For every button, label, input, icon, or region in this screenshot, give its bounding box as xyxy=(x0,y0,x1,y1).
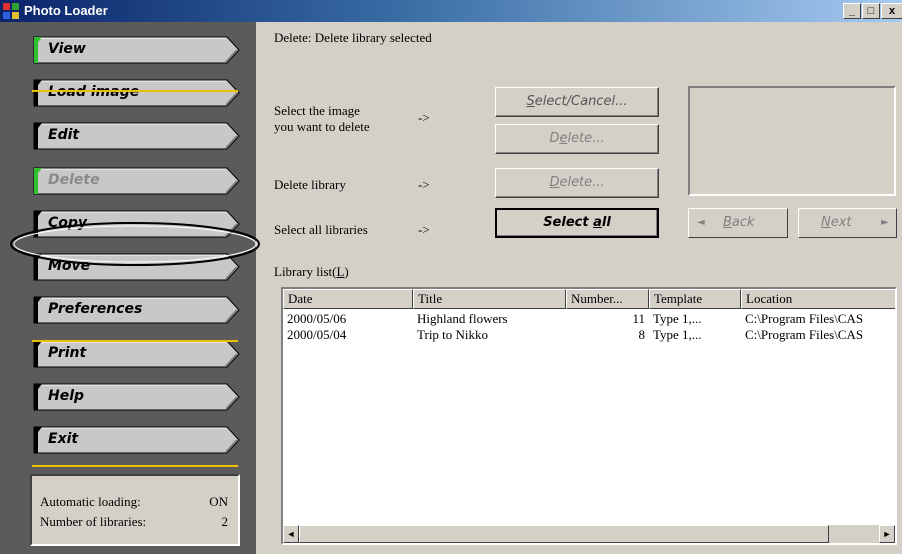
select-image-label: Select the image xyxy=(274,103,360,118)
sidebar-button-label: Preferences xyxy=(48,301,143,317)
scroll-left-icon[interactable]: ◄ xyxy=(283,525,299,543)
row-location: C:\Program Files\CAS xyxy=(745,311,864,326)
sidebar-button-label: Edit xyxy=(48,127,80,143)
row-template: Type 1,... xyxy=(653,311,702,326)
library-list-label: Library list(L) xyxy=(274,264,349,279)
row-number: 11 xyxy=(632,311,645,326)
next-button[interactable]: Next ► xyxy=(798,208,897,238)
column-header-number[interactable]: Number... xyxy=(566,289,649,309)
library-count-label: Number of libraries: xyxy=(40,514,147,529)
copy-highlight-ellipse xyxy=(10,222,260,266)
row-number: 8 xyxy=(638,327,646,342)
library-count-value: 2 xyxy=(221,514,229,529)
sidebar-button-preferences[interactable]: Preferences xyxy=(30,296,240,324)
table-row[interactable]: 2000/05/04 Trip to Nikko 8 Type 1,... C:… xyxy=(283,327,895,345)
back-arrow-icon: ◄ xyxy=(697,217,705,228)
sidebar-button-label: Help xyxy=(48,388,85,404)
window-title: Photo Loader xyxy=(24,3,108,18)
auto-loading-value: ON xyxy=(209,494,228,509)
row-title: Highland flowers xyxy=(417,311,508,326)
scroll-right-icon[interactable]: ► xyxy=(879,525,895,543)
arrow-label: -> xyxy=(418,110,430,125)
column-header-date[interactable]: Date xyxy=(283,289,413,309)
auto-loading-label: Automatic loading: xyxy=(40,494,141,509)
table-row[interactable]: 2000/05/06 Highland flowers 11 Type 1,..… xyxy=(283,309,895,327)
delete-library-button[interactable]: Delete... xyxy=(495,168,659,198)
column-header-location[interactable]: Location xyxy=(741,289,895,309)
column-header-template[interactable]: Template xyxy=(649,289,741,309)
maximize-button[interactable]: □ xyxy=(862,3,880,19)
sidebar-button-view[interactable]: View xyxy=(30,36,240,64)
select-cancel-button[interactable]: Select/Cancel... xyxy=(495,87,659,117)
sidebar-button-print[interactable]: Print xyxy=(30,340,240,368)
scroll-thumb[interactable] xyxy=(299,525,829,543)
app-icon xyxy=(3,3,19,19)
sidebar-button-load-image[interactable]: Load image xyxy=(30,79,240,107)
sidebar-button-label: Delete xyxy=(48,172,100,188)
sidebar-button-label: View xyxy=(48,41,86,57)
status-message: Delete: Delete library selected xyxy=(274,30,432,45)
image-preview xyxy=(688,86,896,196)
select-all-libraries-label: Select all libraries xyxy=(274,222,368,237)
library-list[interactable]: Date Title Number... Template Location 2… xyxy=(281,287,897,545)
sidebar-button-exit[interactable]: Exit xyxy=(30,426,240,454)
row-template: Type 1,... xyxy=(653,327,702,342)
horizontal-scrollbar[interactable]: ◄ ► xyxy=(283,525,895,543)
select-image-label-line2: you want to delete xyxy=(274,119,370,134)
row-title: Trip to Nikko xyxy=(417,327,489,342)
row-date: 2000/05/04 xyxy=(287,327,347,342)
row-date: 2000/05/06 xyxy=(287,311,347,326)
back-button[interactable]: ◄ Back xyxy=(688,208,788,238)
arrow-label: -> xyxy=(418,177,430,192)
sidebar-divider xyxy=(32,340,238,342)
arrow-label: -> xyxy=(418,222,430,237)
row-location: C:\Program Files\CAS xyxy=(745,327,864,342)
select-all-button[interactable]: Select all xyxy=(495,208,659,238)
sidebar-button-label: Print xyxy=(48,345,87,361)
sidebar-button-label: Load image xyxy=(48,84,140,100)
sidebar-button-delete[interactable]: Delete xyxy=(30,167,240,195)
sidebar-button-label: Exit xyxy=(48,431,79,447)
sidebar-button-help[interactable]: Help xyxy=(30,383,240,411)
column-header-title[interactable]: Title xyxy=(413,289,566,309)
next-arrow-icon: ► xyxy=(881,217,889,228)
sidebar-button-edit[interactable]: Edit xyxy=(30,122,240,150)
title-bar: Photo Loader _ □ x xyxy=(0,0,902,22)
close-button[interactable]: x xyxy=(881,3,902,19)
minimize-button[interactable]: _ xyxy=(843,3,861,19)
status-panel: Automatic loading: ON Number of librarie… xyxy=(30,474,240,546)
delete-library-label: Delete library xyxy=(274,177,346,192)
sidebar-divider xyxy=(32,90,238,92)
delete-image-button[interactable]: Delete... xyxy=(495,124,659,154)
sidebar-divider xyxy=(32,465,238,467)
